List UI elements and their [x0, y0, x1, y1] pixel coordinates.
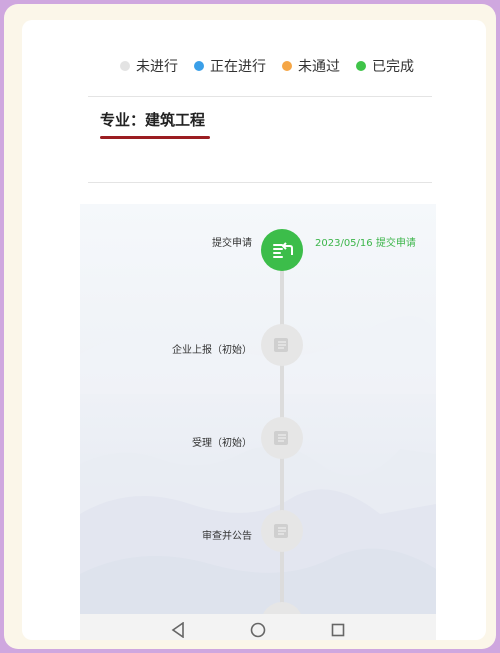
step-status-text: 2023/05/16 提交申请 [315, 238, 416, 249]
divider [88, 182, 432, 183]
step-label: 受理（初始） [192, 438, 252, 449]
legend-dot-icon [356, 61, 366, 71]
accept-document-icon [274, 431, 288, 445]
submit-document-icon [273, 242, 293, 258]
legend-label: 未通过 [298, 59, 340, 75]
home-icon [250, 622, 266, 638]
back-button[interactable] [170, 622, 186, 638]
legend-dot-icon [194, 61, 204, 71]
phone-frame: 未进行 正在进行 未通过 已完成 专业：建筑工程 提交申请 2023/05/16… [4, 4, 496, 649]
step-label: 提交申请 [212, 238, 252, 249]
legend-label: 已完成 [372, 59, 414, 75]
step-node[interactable] [261, 324, 303, 366]
major-tab[interactable]: 专业：建筑工程 [100, 109, 205, 130]
app-screen: 未进行 正在进行 未通过 已完成 专业：建筑工程 提交申请 2023/05/16… [22, 20, 486, 640]
recents-button[interactable] [330, 622, 346, 638]
review-document-icon [274, 524, 288, 538]
system-navigation-bar [80, 614, 436, 640]
legend-label: 正在进行 [210, 59, 266, 75]
legend-item-rejected: 未通过 [282, 56, 340, 76]
step-node[interactable] [261, 417, 303, 459]
mountain-background [80, 316, 436, 394]
status-legend: 未进行 正在进行 未通过 已完成 [120, 56, 414, 76]
legend-item-not-started: 未进行 [120, 56, 178, 76]
progress-timeline: 提交申请 2023/05/16 提交申请 企业上报（初始） 受理（初始） 审查并… [80, 204, 436, 624]
home-button[interactable] [250, 622, 266, 638]
back-icon [171, 622, 184, 638]
step-label: 企业上报（初始） [172, 345, 252, 356]
step-node[interactable] [261, 510, 303, 552]
legend-label: 未进行 [136, 59, 178, 75]
legend-dot-icon [282, 61, 292, 71]
step-node[interactable] [261, 229, 303, 271]
step-label: 审查并公告 [202, 531, 252, 542]
legend-dot-icon [120, 61, 130, 71]
recents-icon [331, 623, 345, 637]
legend-item-completed: 已完成 [356, 56, 414, 76]
report-document-icon [274, 338, 288, 352]
divider [88, 96, 432, 97]
active-tab-underline [100, 136, 210, 139]
legend-item-in-progress: 正在进行 [194, 56, 266, 76]
